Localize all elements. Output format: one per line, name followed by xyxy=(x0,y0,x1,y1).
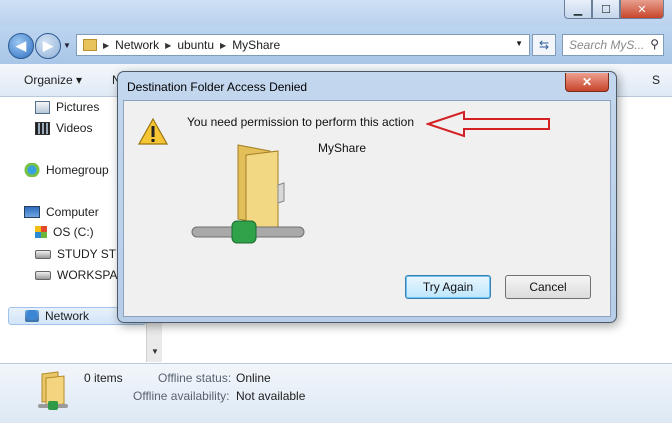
window-titlebar: ▁ ☐ ✕ xyxy=(0,0,672,26)
arrow-left-icon: ◀ xyxy=(16,38,26,53)
sidebar-item-label: Network xyxy=(45,309,90,323)
sidebar-item-computer[interactable]: Computer xyxy=(24,203,99,221)
dialog-title: Destination Folder Access Denied xyxy=(127,80,308,94)
breadcrumb-myshare[interactable]: MyShare xyxy=(232,38,280,52)
access-denied-dialog: Destination Folder Access Denied ✕ You n… xyxy=(117,71,617,323)
sidebar-item-study[interactable]: STUDY STU xyxy=(35,245,125,263)
folder-icon xyxy=(83,39,97,51)
close-window-button[interactable]: ✕ xyxy=(620,0,664,19)
navigation-bar: ◀ ▶ ▼ ▶ Network ▶ ubuntu ▶ MyShare ▼ ⇆ S… xyxy=(0,26,672,64)
network-folder-icon xyxy=(38,371,68,410)
breadcrumb-ubuntu[interactable]: ubuntu xyxy=(177,38,214,52)
sidebar-item-label: OS (C:) xyxy=(53,225,94,239)
search-icon[interactable]: ⚲ xyxy=(650,37,659,51)
item-count: 0 items xyxy=(84,371,123,385)
back-button[interactable]: ◀ xyxy=(8,33,34,59)
sidebar-item-pictures[interactable]: Pictures xyxy=(35,98,99,116)
address-bar[interactable]: ▶ Network ▶ ubuntu ▶ MyShare ▼ xyxy=(76,34,530,56)
maximize-button[interactable]: ☐ xyxy=(592,0,620,19)
refresh-icon: ⇆ xyxy=(538,38,550,52)
computer-icon xyxy=(24,206,40,218)
sidebar-item-label: STUDY STU xyxy=(57,247,125,261)
windows-drive-icon xyxy=(35,226,47,238)
dialog-message: You need permission to perform this acti… xyxy=(187,115,415,129)
sidebar-item-workspace[interactable]: WORKSPAC xyxy=(35,266,126,284)
address-dropdown-icon[interactable]: ▼ xyxy=(515,39,523,48)
sidebar-item-label: Pictures xyxy=(56,100,100,114)
minimize-button[interactable]: ▁ xyxy=(564,0,592,19)
drive-icon xyxy=(35,249,51,259)
sidebar-item-label: Homegroup xyxy=(46,163,109,177)
cancel-button[interactable]: Cancel xyxy=(505,275,591,299)
offline-availability-label: Offline availability: xyxy=(133,389,230,403)
offline-status-label: Offline status: xyxy=(158,371,232,385)
arrow-right-icon: ▶ xyxy=(43,38,53,53)
network-icon xyxy=(25,310,39,322)
scroll-down-icon[interactable]: ▼ xyxy=(151,347,159,356)
dialog-item-name: MyShare xyxy=(318,141,367,155)
dialog-close-button[interactable]: ✕ xyxy=(565,73,609,92)
window-controls: ▁ ☐ ✕ xyxy=(564,0,664,19)
red-annotation-arrow-icon xyxy=(426,110,550,138)
sidebar-item-os-c[interactable]: OS (C:) xyxy=(35,223,94,241)
forward-button[interactable]: ▶ xyxy=(35,33,61,59)
breadcrumb-network[interactable]: Network xyxy=(115,38,159,52)
search-input[interactable]: Search MyS... ⚲ xyxy=(562,34,664,56)
network-folder-icon xyxy=(191,144,305,244)
sidebar-item-videos[interactable]: Videos xyxy=(35,119,92,137)
organize-button[interactable]: Organize ▾ xyxy=(24,73,82,87)
try-again-button[interactable]: Try Again xyxy=(405,275,491,299)
toolbar-right-button[interactable]: S xyxy=(652,73,660,87)
recent-pages-dropdown-icon[interactable]: ▼ xyxy=(63,41,71,50)
details-pane: 0 items Offline status: Online Offline a… xyxy=(0,363,672,423)
chevron-right-icon[interactable]: ▶ xyxy=(103,41,109,50)
sidebar-item-label: WORKSPAC xyxy=(57,268,127,282)
sidebar-item-homegroup[interactable]: Homegroup xyxy=(24,161,109,179)
search-placeholder: Search MyS... xyxy=(569,38,645,52)
offline-availability-value: Not available xyxy=(236,389,306,403)
videos-icon xyxy=(35,121,50,135)
sidebar-item-label: Videos xyxy=(56,121,93,135)
drive-icon xyxy=(35,270,51,280)
offline-status-value: Online xyxy=(236,371,271,385)
chevron-right-icon[interactable]: ▶ xyxy=(220,41,226,50)
pictures-icon xyxy=(35,100,50,114)
refresh-button[interactable]: ⇆ xyxy=(532,34,556,56)
sidebar-item-label: Computer xyxy=(46,205,99,219)
homegroup-icon xyxy=(24,163,40,177)
chevron-right-icon[interactable]: ▶ xyxy=(165,41,171,50)
warning-icon xyxy=(138,117,168,145)
